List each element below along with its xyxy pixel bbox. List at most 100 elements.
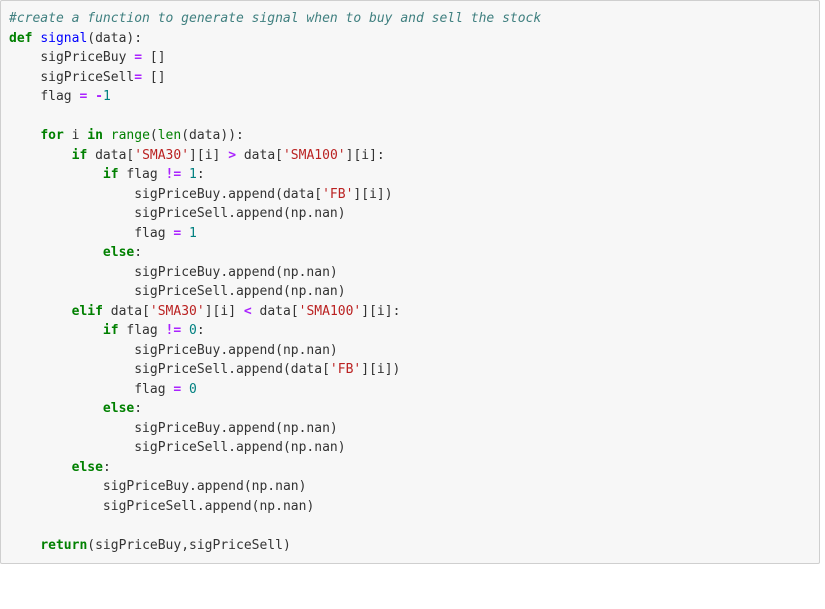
lit-empty: [] (150, 70, 166, 85)
str-sma100: 'SMA100' (299, 304, 362, 319)
paren-close: ) (299, 479, 307, 494)
np-nan: np.nan (283, 343, 330, 358)
data-var: data (244, 148, 275, 163)
data-var: data (189, 128, 220, 143)
op-eq: = (173, 382, 181, 397)
append: .append (220, 187, 275, 202)
paren-close: ) (330, 421, 338, 436)
colon: : (197, 323, 205, 338)
bracket-close: ] (369, 148, 377, 163)
bracket-open: [ (361, 187, 369, 202)
paren-close: ) (338, 440, 346, 455)
lit-0: 0 (189, 323, 197, 338)
colon: : (197, 167, 205, 182)
comment-line: #create a function to generate signal wh… (9, 11, 541, 26)
var-i: i (369, 187, 377, 202)
var-sigsell: sigPriceSell (134, 206, 228, 221)
bracket-open: [ (275, 148, 283, 163)
bracket-open: [ (197, 148, 205, 163)
np-nan: np.nan (259, 499, 306, 514)
paren-open: ( (275, 421, 283, 436)
lit-1: 1 (189, 226, 197, 241)
code-cell[interactable]: #create a function to generate signal wh… (0, 0, 820, 564)
fn-name: signal (40, 31, 87, 46)
bracket-close: ] (213, 148, 221, 163)
kw-in: in (87, 128, 103, 143)
bracket-open: [ (291, 304, 299, 319)
append: .append (228, 284, 283, 299)
kw-else: else (72, 460, 103, 475)
colon: : (134, 31, 142, 46)
colon: : (134, 401, 142, 416)
var-sigbuy: sigPriceBuy (95, 538, 181, 553)
bracket-close: ] (385, 362, 393, 377)
kw-if: if (72, 148, 88, 163)
str-fb: 'FB' (322, 187, 353, 202)
kw-if: if (103, 323, 119, 338)
paren-open: ( (181, 128, 189, 143)
paren-open: ( (275, 187, 283, 202)
op-gt: > (228, 148, 236, 163)
data-var: data (283, 187, 314, 202)
colon: : (103, 460, 111, 475)
paren-close: ) (220, 128, 228, 143)
bracket-open: [ (142, 304, 150, 319)
var-sigbuy: sigPriceBuy (134, 187, 220, 202)
var-sigsell: sigPriceSell (134, 362, 228, 377)
append: .append (220, 265, 275, 280)
var-sigsell: sigPriceSell (189, 538, 283, 553)
append: .append (197, 499, 252, 514)
str-sma100: 'SMA100' (283, 148, 346, 163)
var-sigsell: sigPriceSell (134, 284, 228, 299)
paren-close: ) (338, 284, 346, 299)
paren-close: ) (228, 128, 236, 143)
var-i: i (72, 128, 80, 143)
lit-1: 1 (103, 89, 111, 104)
var-sigsell: sigPriceSell (103, 499, 197, 514)
op-eq: = (134, 50, 142, 65)
np-nan: np.nan (283, 265, 330, 280)
var-sigsell: sigPriceSell (134, 440, 228, 455)
fn-len: len (158, 128, 181, 143)
bracket-close: ] (377, 187, 385, 202)
bracket-close: ] (361, 362, 369, 377)
var-flag: flag (126, 323, 157, 338)
str-fb: 'FB' (330, 362, 361, 377)
lit-empty: [] (150, 50, 166, 65)
kw-else: else (103, 401, 134, 416)
kw-for: for (40, 128, 63, 143)
kw-return: return (40, 538, 87, 553)
neg: - (95, 89, 103, 104)
paren-open: ( (150, 128, 158, 143)
paren-open: ( (283, 206, 291, 221)
bracket-open: [ (369, 362, 377, 377)
op-ne: != (166, 167, 182, 182)
kw-elif: elif (72, 304, 103, 319)
var-sigbuy: sigPriceBuy (40, 50, 126, 65)
append: .append (228, 440, 283, 455)
lit-1: 1 (189, 167, 197, 182)
var-i: i (361, 148, 369, 163)
paren-open: ( (244, 479, 252, 494)
paren-close: ) (283, 538, 291, 553)
data-var: data (111, 304, 142, 319)
append: .append (220, 343, 275, 358)
bracket-close: ] (189, 148, 197, 163)
str-sma30: 'SMA30' (150, 304, 205, 319)
paren-close: ) (330, 265, 338, 280)
var-flag: flag (134, 226, 165, 241)
bracket-open: [ (314, 187, 322, 202)
op-eq: = (134, 70, 142, 85)
var-flag: flag (40, 89, 71, 104)
np-nan: np.nan (291, 440, 338, 455)
var-flag: flag (126, 167, 157, 182)
np-nan: np.nan (291, 284, 338, 299)
var-flag: flag (134, 382, 165, 397)
paren-open: ( (87, 31, 95, 46)
paren-close: ) (393, 362, 401, 377)
op-eq: = (173, 226, 181, 241)
op-lt: < (244, 304, 252, 319)
colon: : (134, 245, 142, 260)
fn-range: range (111, 128, 150, 143)
kw-if: if (103, 167, 119, 182)
